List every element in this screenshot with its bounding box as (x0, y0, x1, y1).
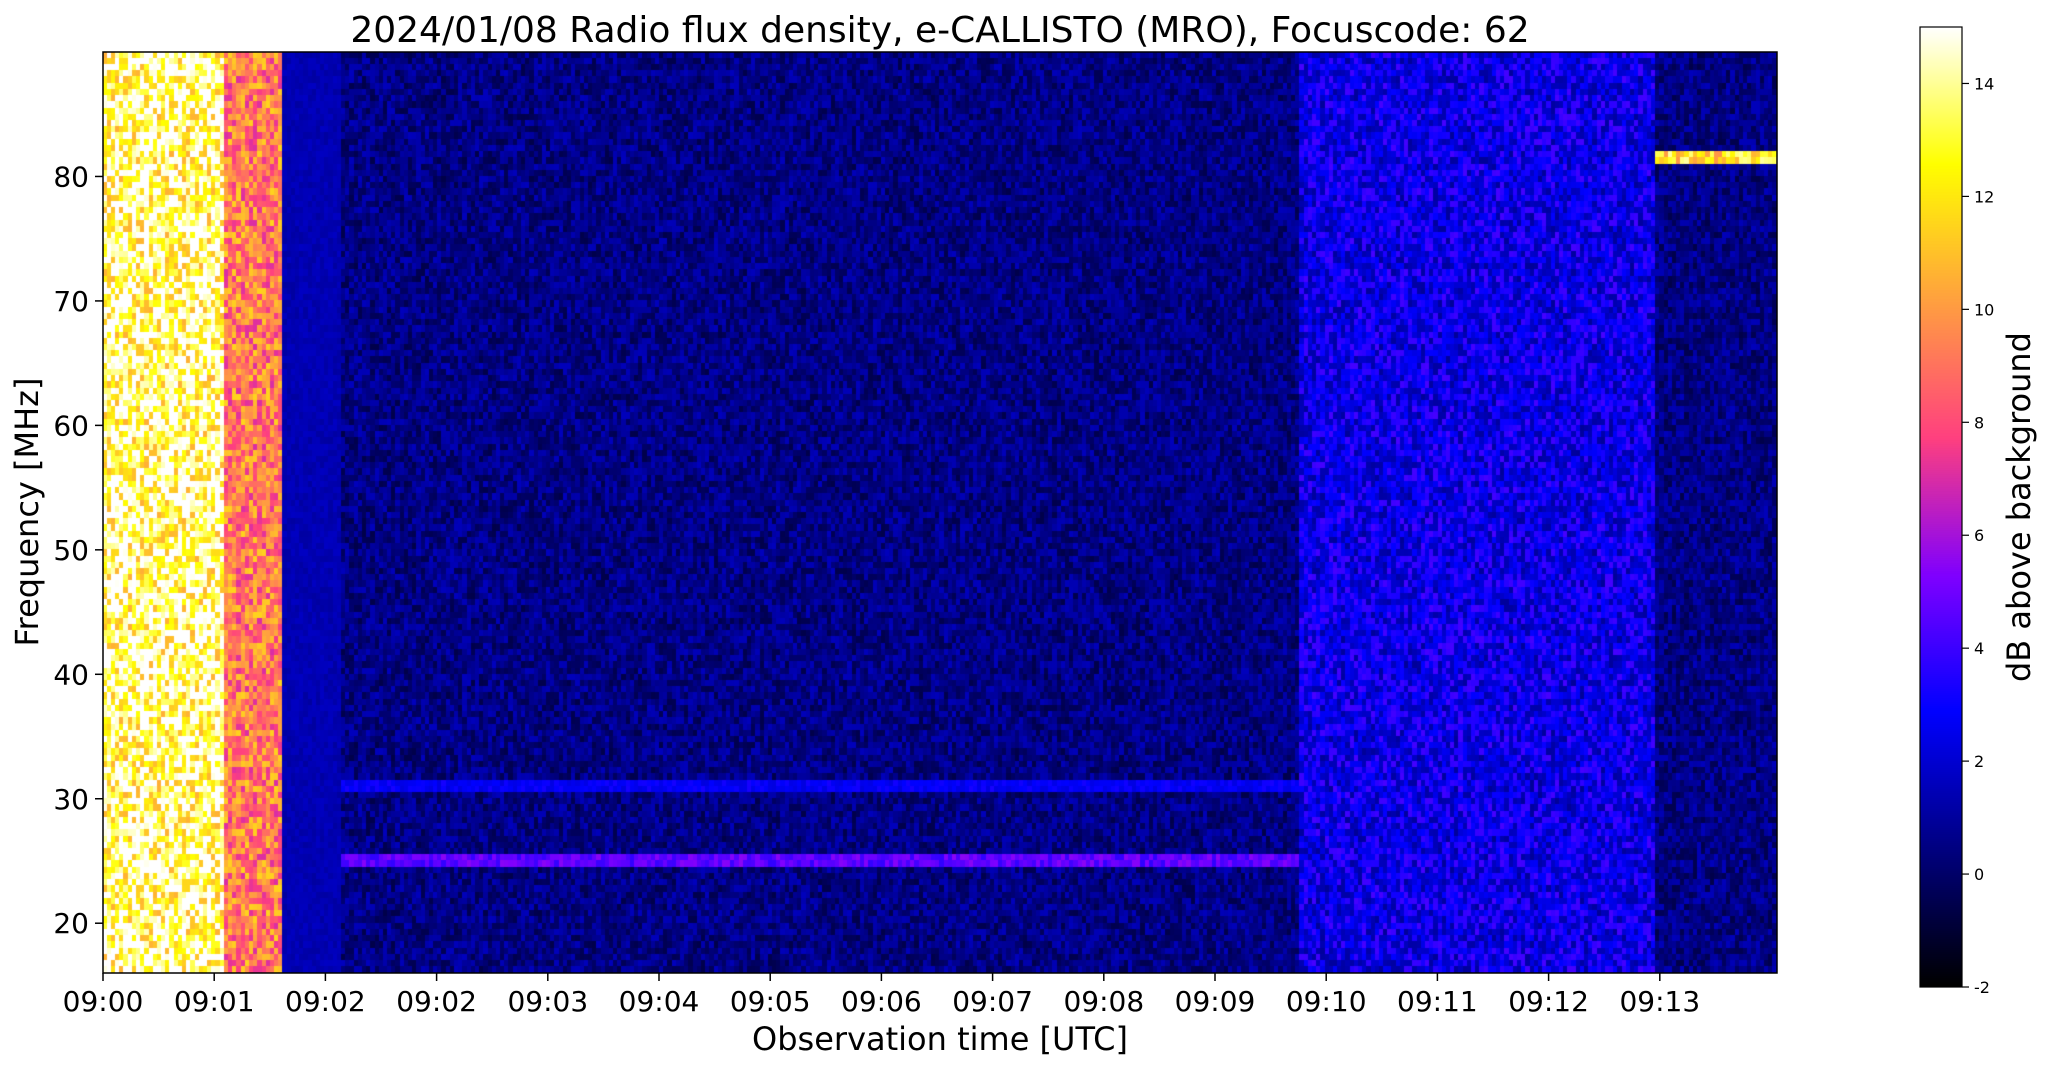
x-tick-label: 09:04 (619, 985, 700, 1018)
y-tick-label: 80 (53, 160, 89, 193)
spectrogram-chart: 2024/01/08 Radio flux density, e-CALLIST… (8, 10, 2038, 1058)
x-tick-label: 09:03 (507, 985, 588, 1018)
spectrogram-plot-area: 20 30 40 50 60 70 80 09:00 09:01 09:02 09:02 09:03… (53, 51, 1778, 1018)
colorbar-gradient (1920, 27, 1962, 987)
x-tick-label: 09:12 (1508, 985, 1589, 1018)
y-tick-label: 20 (53, 907, 89, 940)
y-axis-ticks: 20 30 40 50 60 70 80 (53, 160, 103, 940)
spectrogram-image (103, 52, 1777, 973)
x-tick-label: 09:13 (1619, 985, 1700, 1018)
x-tick-label: 09:02 (285, 985, 366, 1018)
y-axis-label: Frequency [MHz] (8, 378, 46, 647)
colorbar: -2 0 2 4 6 8 10 12 14 dB above background (1919, 26, 2038, 997)
y-tick-label: 50 (53, 534, 89, 567)
colorbar-tick-label: 14 (1974, 74, 1994, 93)
colorbar-tick-label: 0 (1974, 865, 1984, 884)
colorbar-tick-label: -2 (1974, 978, 1990, 997)
x-axis-ticks: 09:00 09:01 09:02 09:02 09:03 09:04 09:05 09:06… (63, 973, 1700, 1018)
x-tick-label: 09:07 (952, 985, 1033, 1018)
colorbar-tick-label: 8 (1974, 413, 1984, 432)
colorbar-tick-label: 6 (1974, 526, 1984, 545)
y-tick-label: 70 (53, 285, 89, 318)
y-tick-label: 40 (53, 658, 89, 691)
y-tick-label: 30 (53, 783, 89, 816)
x-tick-label: 09:01 (174, 985, 255, 1018)
colorbar-canvas (1920, 27, 1962, 987)
x-tick-label: 09:02 (396, 985, 477, 1018)
x-tick-label: 09:00 (63, 985, 144, 1018)
colorbar-tick-label: 4 (1974, 639, 1984, 658)
x-axis-label: Observation time [UTC] (752, 1020, 1128, 1058)
x-tick-label: 09:08 (1063, 985, 1144, 1018)
colorbar-ticks: -2 0 2 4 6 8 10 12 14 (1962, 74, 1994, 997)
colorbar-tick-label: 2 (1974, 752, 1984, 771)
x-tick-label: 09:11 (1397, 985, 1478, 1018)
colorbar-tick-label: 10 (1974, 300, 1994, 319)
x-tick-label: 09:06 (841, 985, 922, 1018)
chart-title: 2024/01/08 Radio flux density, e-CALLIST… (350, 10, 1529, 51)
colorbar-label: dB above background (2000, 332, 2038, 682)
x-tick-label: 09:09 (1175, 985, 1256, 1018)
x-tick-label: 09:10 (1286, 985, 1367, 1018)
colorbar-tick-label: 12 (1974, 187, 1994, 206)
heatmap-canvas (103, 52, 1777, 973)
y-tick-label: 60 (53, 409, 89, 442)
x-tick-label: 09:05 (730, 985, 811, 1018)
